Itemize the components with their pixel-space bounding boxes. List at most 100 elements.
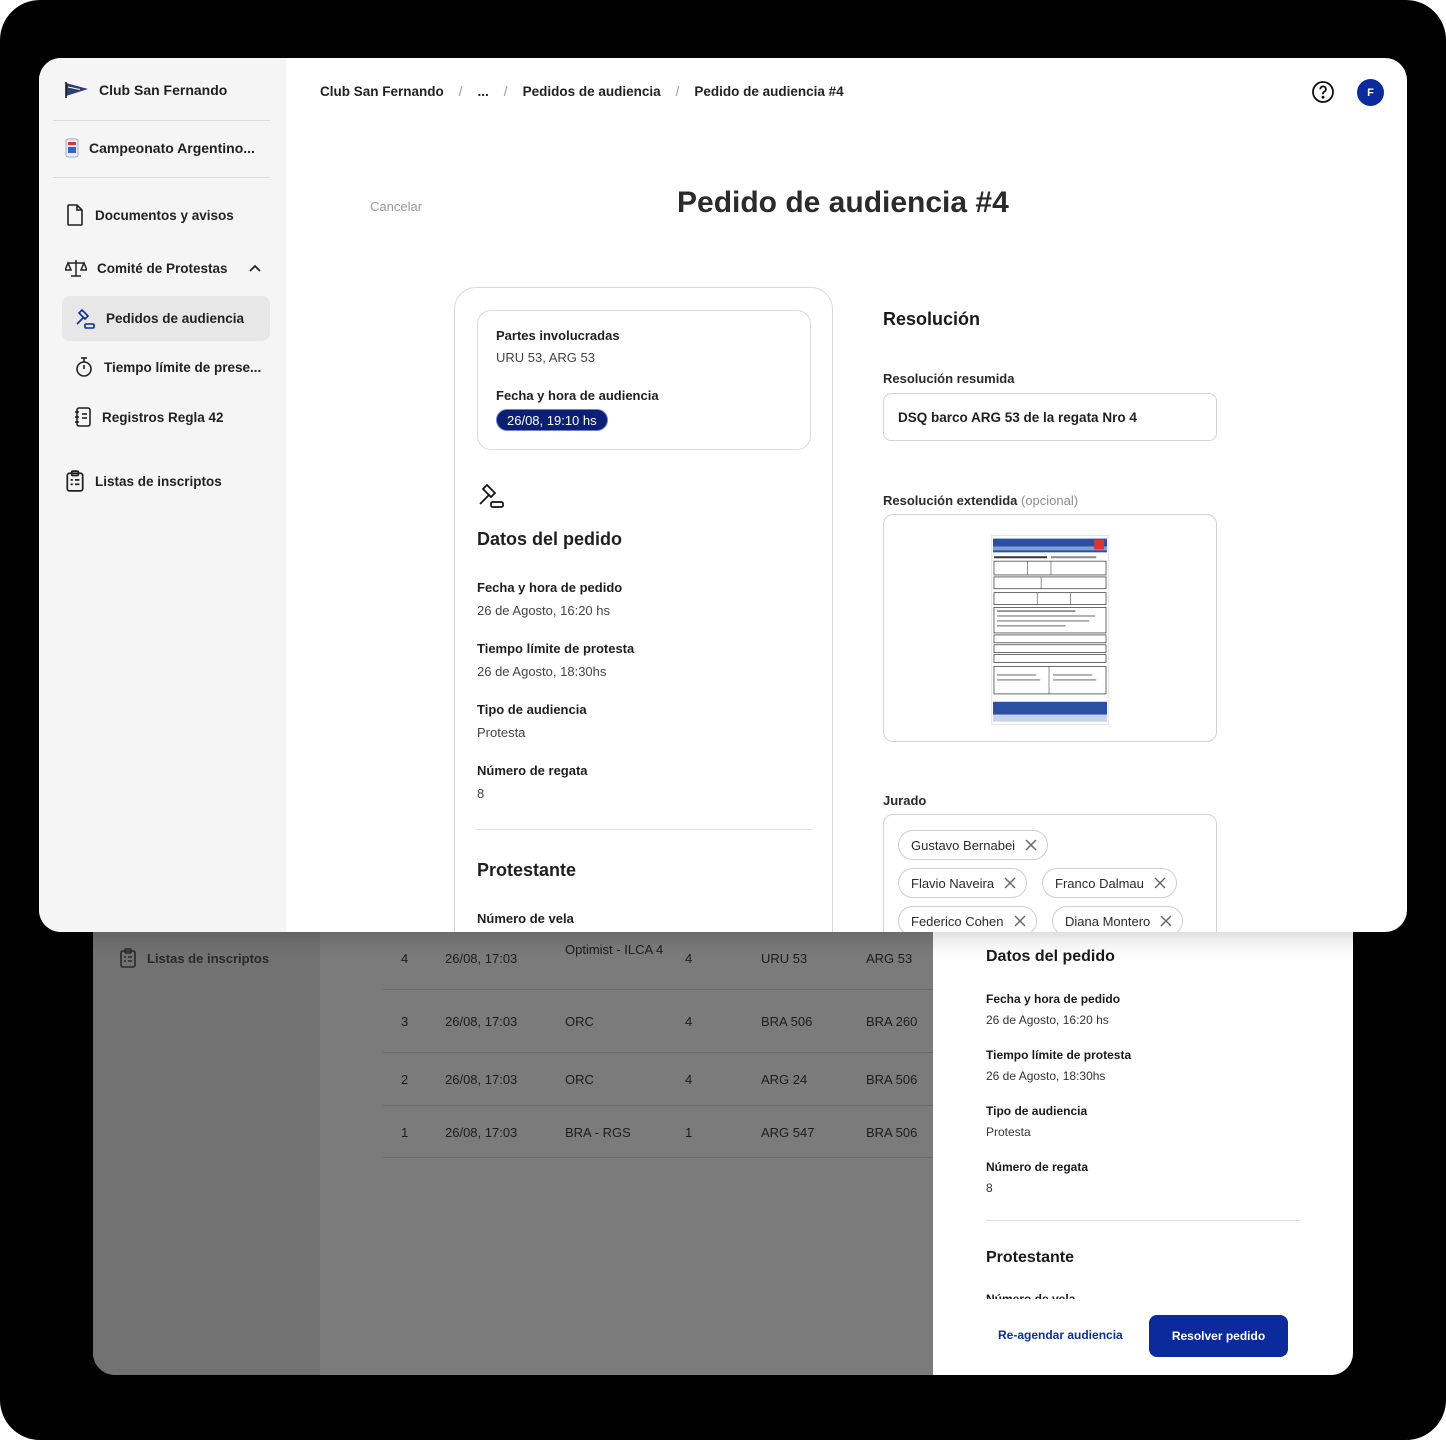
gavel-icon bbox=[76, 308, 95, 329]
cell-race: 4 bbox=[685, 951, 693, 966]
jury-chip: Diana Montero bbox=[1052, 906, 1184, 932]
divider bbox=[53, 177, 270, 178]
request-detail-panel: Datos del pedido Fecha y hora de pedido … bbox=[933, 932, 1353, 1375]
help-icon[interactable] bbox=[1311, 80, 1335, 104]
field-value: 26 de Agosto, 18:30hs bbox=[986, 1069, 1106, 1083]
cell-date: 26/08, 17:03 bbox=[445, 1014, 518, 1029]
breadcrumb-separator: / bbox=[675, 84, 680, 99]
document-thumbnail[interactable] bbox=[991, 535, 1109, 725]
avatar[interactable]: F bbox=[1357, 79, 1384, 106]
jury-chip-label: Flavio Naveira bbox=[911, 875, 995, 891]
sidebar-item-rule42[interactable]: Registros Regla 42 bbox=[74, 406, 224, 428]
field-value: Protesta bbox=[477, 725, 526, 740]
cell-number: 2 bbox=[401, 1072, 409, 1087]
close-icon[interactable] bbox=[1004, 877, 1016, 889]
jury-chip-label: Gustavo Bernabei bbox=[911, 837, 1016, 853]
breadcrumb-hearing-requests[interactable]: Pedidos de audiencia bbox=[523, 84, 661, 99]
request-data-title: Datos del pedido bbox=[477, 529, 623, 549]
cell-protestee: BRA 506 bbox=[866, 1072, 918, 1087]
sidebar-item-time-limit[interactable]: Tiempo límite de prese... bbox=[74, 356, 261, 378]
field-label: Tiempo límite de protesta bbox=[986, 1048, 1132, 1062]
sidebar-item-hearing-requests[interactable]: Pedidos de audiencia bbox=[62, 296, 270, 341]
cell-protestor: URU 53 bbox=[761, 951, 808, 966]
breadcrumb-ellipsis[interactable]: ... bbox=[478, 84, 489, 99]
cell-number: 3 bbox=[401, 1014, 409, 1029]
sidebar-item-committee[interactable]: Comité de Protestas bbox=[65, 258, 262, 278]
close-icon[interactable] bbox=[1025, 839, 1037, 851]
clipboard-list-icon bbox=[120, 948, 136, 968]
protestante-title: Protestante bbox=[986, 1249, 1075, 1266]
jury-chip: Flavio Naveira bbox=[898, 868, 1028, 898]
cell-race: 4 bbox=[685, 1072, 693, 1087]
cell-class: Optimist - ILCA 4 bbox=[565, 942, 664, 957]
event-logo-icon bbox=[65, 138, 79, 158]
field-label: Fecha y hora de pedido bbox=[986, 992, 1121, 1006]
sidebar-item-entries[interactable]: Listas de inscriptos bbox=[65, 470, 222, 492]
chevron-up-icon[interactable] bbox=[248, 263, 262, 273]
sidebar-event[interactable]: Campeonato Argentino... bbox=[65, 138, 255, 158]
sidebar-item-label: Documentos y avisos bbox=[95, 207, 234, 223]
table-row[interactable]: 1 26/08, 17:03 BRA - RGS 1 ARG 547 BRA 5… bbox=[383, 1106, 933, 1158]
field-value: 26 de Agosto, 18:30hs bbox=[477, 664, 607, 679]
device-frame: Listas de inscriptos 4 26/08, 17:03 Opti… bbox=[0, 0, 1446, 1440]
background-window: Listas de inscriptos 4 26/08, 17:03 Opti… bbox=[93, 900, 1353, 1375]
close-icon[interactable] bbox=[1160, 915, 1172, 927]
resolve-request-button[interactable]: Resolver pedido bbox=[1149, 1315, 1288, 1357]
field-value: Protesta bbox=[986, 1125, 1031, 1139]
jury-chips[interactable]: Gustavo Bernabei Flavio Naveira Franco D… bbox=[883, 814, 1217, 932]
notebook-icon bbox=[75, 407, 91, 427]
summary-resolution-input[interactable] bbox=[883, 393, 1217, 441]
extended-resolution-upload[interactable] bbox=[883, 514, 1217, 742]
document-icon bbox=[67, 204, 83, 226]
panel-title: Datos del pedido bbox=[986, 948, 1115, 965]
field-label: Tipo de audiencia bbox=[986, 1104, 1088, 1118]
extended-label: Resolución extendida (opcional) bbox=[883, 493, 1078, 508]
request-card: Partes involucradas URU 53, ARG 53 Fecha… bbox=[454, 287, 833, 932]
close-icon[interactable] bbox=[1014, 915, 1026, 927]
cell-protestee: ARG 53 bbox=[866, 951, 913, 966]
cell-protestee: BRA 506 bbox=[866, 1125, 918, 1140]
summary-label: Resolución resumida bbox=[883, 371, 1015, 386]
front-window: Club San Fernando Campeonato Argentino..… bbox=[39, 58, 1407, 932]
field-value: 26 de Agosto, 16:20 hs bbox=[986, 1013, 1109, 1027]
sidebar-club-label: Club San Fernando bbox=[99, 82, 228, 98]
parties-label: Partes involucradas bbox=[496, 328, 620, 343]
cell-class: ORC bbox=[565, 1014, 594, 1029]
hearing-date-badge: 26/08, 19:10 hs bbox=[496, 409, 608, 431]
divider bbox=[986, 1220, 1301, 1221]
cell-date: 26/08, 17:03 bbox=[445, 951, 518, 966]
cancel-button[interactable]: Cancelar bbox=[370, 199, 422, 214]
cell-number: 1 bbox=[401, 1125, 409, 1140]
cell-race: 4 bbox=[685, 1014, 693, 1029]
resolution-title: Resolución bbox=[883, 309, 981, 329]
jury-chip-label: Federico Cohen bbox=[911, 913, 1004, 929]
sidebar-item-label: Registros Regla 42 bbox=[102, 409, 224, 425]
reschedule-button[interactable]: Re-agendar audiencia bbox=[998, 1328, 1123, 1342]
cell-race: 1 bbox=[685, 1125, 693, 1140]
parties-value: URU 53, ARG 53 bbox=[496, 350, 595, 365]
pennant-flag-icon bbox=[65, 82, 88, 98]
cell-date: 26/08, 17:03 bbox=[445, 1125, 518, 1140]
protestante-title: Protestante bbox=[477, 860, 577, 880]
field-label: Tipo de audiencia bbox=[477, 702, 587, 717]
breadcrumb-current: Pedido de audiencia #4 bbox=[694, 84, 844, 99]
sidebar-item-documents[interactable]: Documentos y avisos bbox=[65, 204, 234, 226]
close-icon[interactable] bbox=[1154, 877, 1166, 889]
hearing-date-label: Fecha y hora de audiencia bbox=[496, 388, 659, 403]
jury-label: Jurado bbox=[883, 793, 927, 808]
sidebar-item-label: Comité de Protestas bbox=[97, 260, 228, 276]
breadcrumb-club[interactable]: Club San Fernando bbox=[320, 84, 444, 99]
back-sidebar-item-entries[interactable]: Listas de inscriptos bbox=[119, 948, 269, 968]
sidebar-club[interactable]: Club San Fernando bbox=[65, 82, 227, 98]
sidebar-event-label: Campeonato Argentino... bbox=[89, 140, 255, 156]
field-label: Fecha y hora de pedido bbox=[477, 580, 623, 595]
parties-box: Partes involucradas URU 53, ARG 53 Fecha… bbox=[477, 310, 811, 450]
table-row[interactable]: 3 26/08, 17:03 ORC 4 BRA 506 BRA 260 bbox=[383, 990, 933, 1053]
table-row[interactable]: 2 26/08, 17:03 ORC 4 ARG 24 BRA 506 bbox=[383, 1053, 933, 1106]
breadcrumb-separator: / bbox=[503, 84, 508, 99]
cell-class: BRA - RGS bbox=[565, 1125, 631, 1140]
field-value: 26 de Agosto, 16:20 hs bbox=[477, 603, 610, 618]
jury-chip: Federico Cohen bbox=[898, 906, 1037, 932]
cell-protestor: ARG 24 bbox=[761, 1072, 808, 1087]
cell-protestor: BRA 506 bbox=[761, 1014, 813, 1029]
